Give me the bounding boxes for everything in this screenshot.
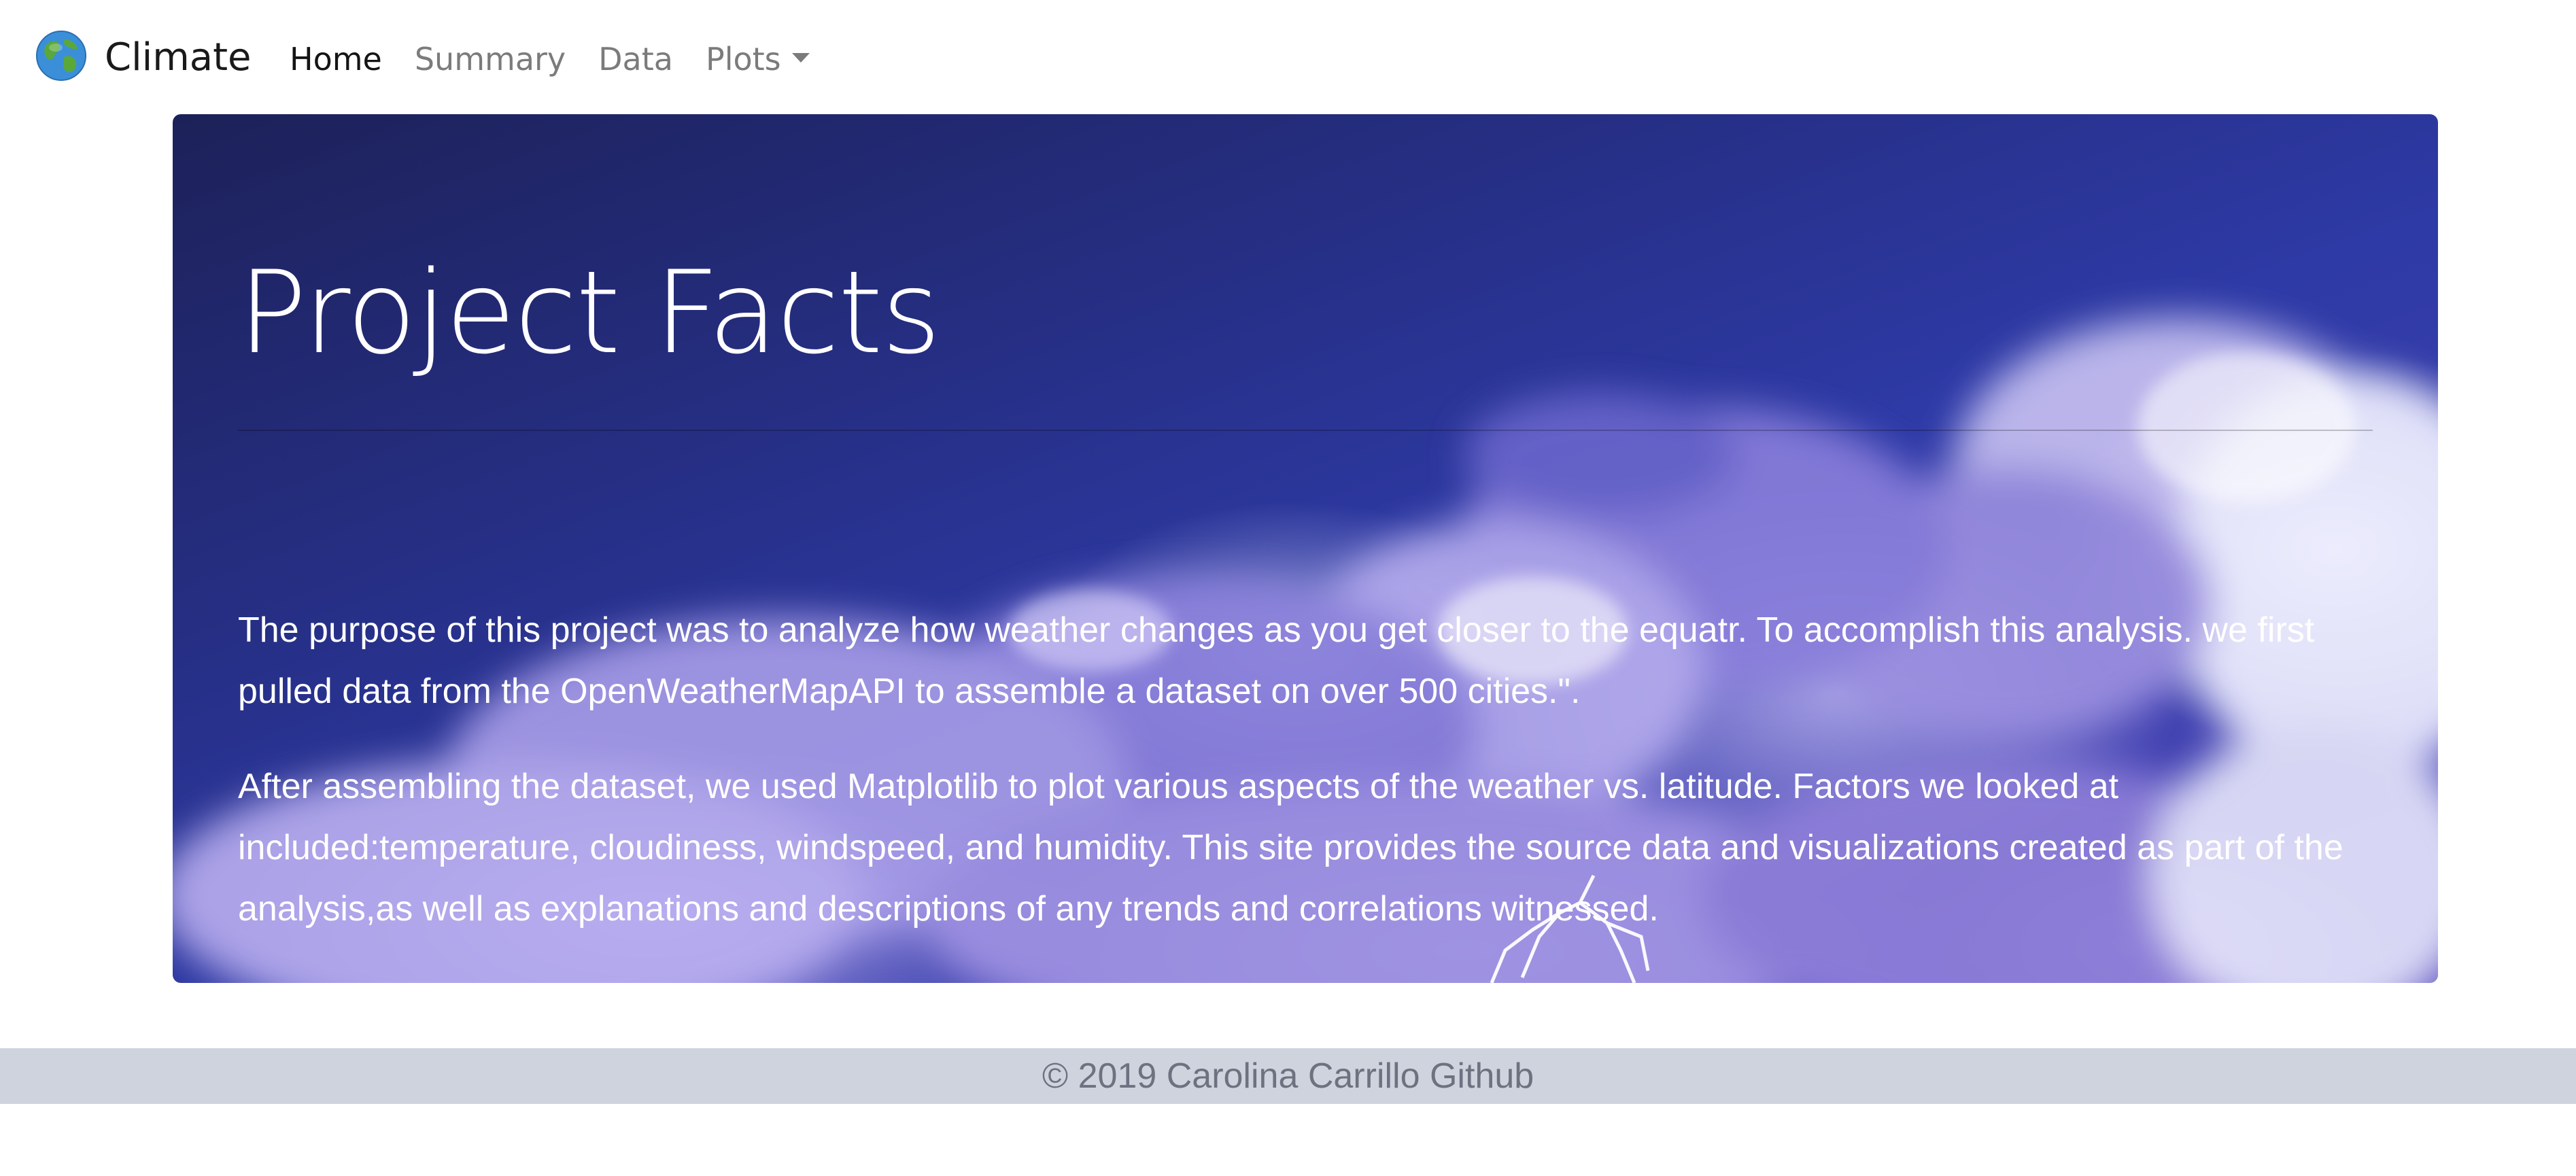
brand-link[interactable]: Climate	[35, 30, 252, 84]
page-title: Project Facts	[238, 246, 941, 379]
globe-icon	[35, 30, 105, 84]
footer: © 2019 Carolina Carrillo Github	[0, 1048, 2576, 1104]
nav-data[interactable]: Data	[598, 41, 673, 77]
top-navbar: Climate Home Summary Data Plots	[0, 0, 2576, 116]
nav-summary[interactable]: Summary	[415, 41, 566, 77]
nav-plots-dropdown[interactable]: Plots	[706, 41, 810, 77]
detail-paragraph: After assembling the dataset, we used Ma…	[238, 767, 2343, 929]
footer-copyright[interactable]: © 2019 Carolina Carrillo Github	[1042, 1056, 1534, 1096]
brand-name: Climate	[105, 35, 252, 80]
divider	[238, 430, 2373, 431]
caret-down-icon	[791, 52, 810, 63]
nav-links: Home Summary Data Plots	[290, 35, 842, 83]
nav-plots-label: Plots	[705, 41, 781, 77]
intro-paragraph: The purpose of this project was to analy…	[238, 610, 2315, 711]
nav-home[interactable]: Home	[290, 41, 382, 77]
jumbotron: Project Facts The purpose of this projec…	[173, 114, 2438, 983]
